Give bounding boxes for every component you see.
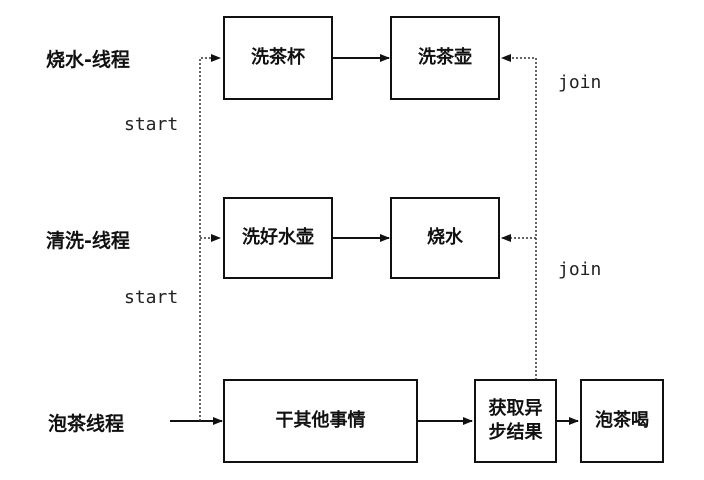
get-async-result-line1: 获取异 [488,397,543,419]
get-async-result-line2: 步结果 [488,422,543,443]
thread-diagram: 烧水-线程 清洗-线程 泡茶线程 start start join join 洗… [0,0,704,480]
wash-kettle-box: 洗好水壶 [223,197,333,279]
start-label-boil: start [124,114,179,135]
start-fork-line [199,54,221,421]
join-boil-line [501,54,537,380]
wash-thread-label: 清洗-线程 [46,230,130,252]
get-async-result-box: 获取异 步结果 [474,379,557,463]
boil-water-box: 烧水 [390,197,500,279]
wash-cup-box: 洗茶杯 [223,16,333,100]
join-label-wash: join [558,259,602,280]
make-tea-box: 泡茶喝 [580,379,664,463]
join-label-boil: join [558,72,602,93]
boil-thread-label: 烧水-线程 [46,49,130,71]
wash-pot-box: 洗茶壶 [390,16,500,100]
other-things-box: 干其他事情 [223,379,418,463]
tea-thread-label: 泡茶线程 [48,413,125,435]
start-label-wash: start [124,287,179,308]
